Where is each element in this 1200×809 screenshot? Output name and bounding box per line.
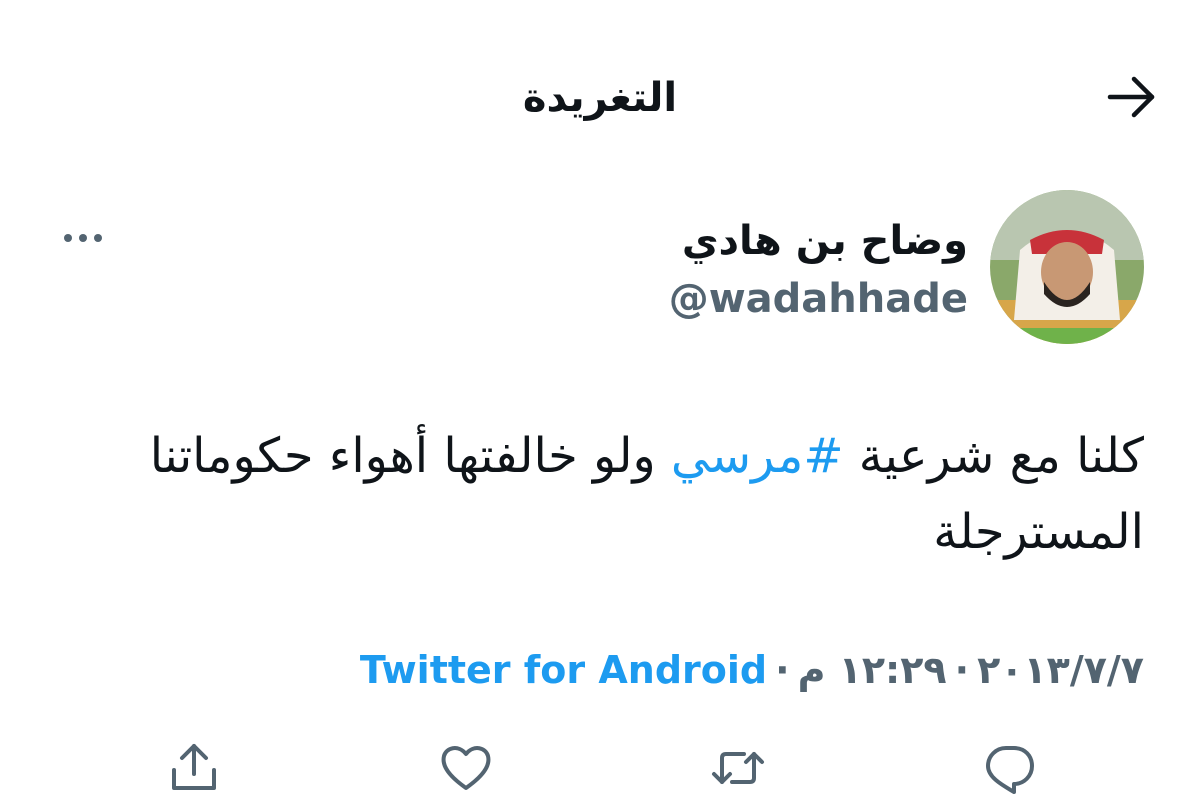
reply-icon[interactable] <box>980 738 1040 798</box>
meta-separator: · <box>775 648 790 692</box>
tweet-text-before: كلنا مع شرعية <box>843 428 1144 484</box>
more-horizontal-icon[interactable] <box>58 225 108 251</box>
share-icon[interactable] <box>164 738 224 798</box>
retweet-icon[interactable] <box>708 738 768 798</box>
tweet-date: ٢٠١٣/٧/٧ <box>977 648 1144 692</box>
meta-separator: · <box>954 648 970 692</box>
tweet-text: كلنا مع شرعية #مرسي ولو خالفتها أهواء حك… <box>54 418 1144 570</box>
hashtag-link[interactable]: #مرسي <box>671 428 844 484</box>
heart-icon[interactable] <box>436 738 496 798</box>
author-handle[interactable]: @wadahhade <box>669 274 968 324</box>
author-name[interactable]: وضاح بن هادي <box>682 212 968 270</box>
tweet-meta: Twitter for Android · ١٢:٢٩ م · ٢٠١٣/٧/٧ <box>360 640 1144 700</box>
page-title: التغريدة <box>522 75 678 121</box>
tweet-time: ١٢:٢٩ م <box>797 648 947 692</box>
source-link[interactable]: Twitter for Android <box>360 640 767 700</box>
avatar[interactable] <box>990 190 1144 344</box>
